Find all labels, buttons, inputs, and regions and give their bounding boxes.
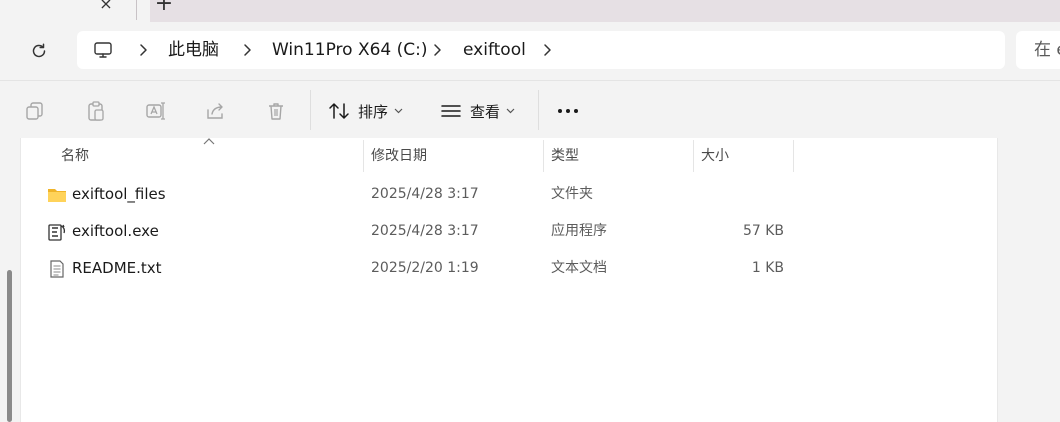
- file-date: 2025/4/28 3:17: [371, 186, 479, 202]
- delete-icon[interactable]: [265, 100, 287, 122]
- chevron-right-icon[interactable]: [241, 43, 253, 57]
- column-header-size[interactable]: 大小: [693, 140, 793, 172]
- search-placeholder: 在 e: [1034, 40, 1060, 60]
- copy-icon[interactable]: [24, 100, 46, 122]
- file-size: 57 KB: [742, 223, 784, 239]
- breadcrumb-this-pc[interactable]: 此电脑: [168, 31, 219, 69]
- breadcrumb-drive-c[interactable]: Win11Pro X64 (C:): [272, 31, 427, 69]
- chevron-down-icon: [506, 108, 515, 114]
- view-button[interactable]: 查看: [440, 96, 515, 126]
- file-type: 应用程序: [551, 223, 607, 239]
- share-icon[interactable]: [205, 100, 227, 122]
- text-file-icon: [50, 260, 64, 278]
- file-date: 2025/4/28 3:17: [371, 223, 479, 239]
- file-row[interactable]: exiftool.exe 2025/4/28 3:17 应用程序 57 KB: [20, 213, 996, 250]
- rename-icon[interactable]: [145, 100, 167, 122]
- file-type: 文件夹: [551, 186, 593, 202]
- paste-icon[interactable]: [85, 100, 107, 122]
- tab-divider: [136, 0, 137, 20]
- file-date: 2025/2/20 1:19: [371, 260, 479, 276]
- tab-strip: × +: [0, 0, 1060, 22]
- file-row[interactable]: README.txt 2025/2/20 1:19 文本文档 1 KB: [20, 250, 996, 287]
- file-size: 1 KB: [751, 260, 784, 276]
- more-dot-icon: [566, 109, 570, 113]
- address-bar[interactable]: 此电脑 Win11Pro X64 (C:) exiftool: [77, 31, 1005, 69]
- column-header-name[interactable]: 名称: [53, 140, 363, 172]
- more-dot-icon: [558, 109, 562, 113]
- file-type: 文本文档: [551, 260, 607, 276]
- column-header-date[interactable]: 修改日期: [363, 140, 543, 172]
- view-list-icon: [441, 105, 461, 117]
- more-dot-icon: [574, 109, 578, 113]
- sort-label: 排序: [358, 102, 389, 121]
- file-name: exiftool.exe: [72, 222, 159, 240]
- file-name: README.txt: [72, 259, 162, 277]
- sort-icon: [329, 103, 349, 119]
- sort-button[interactable]: 排序: [328, 96, 403, 126]
- scrollbar-thumb[interactable]: [7, 270, 12, 422]
- chevron-right-icon[interactable]: [541, 43, 553, 57]
- this-pc-icon[interactable]: [93, 40, 113, 60]
- refresh-button[interactable]: [26, 38, 52, 64]
- search-input[interactable]: 在 e: [1016, 31, 1060, 69]
- breadcrumb-exiftool[interactable]: exiftool: [463, 31, 526, 69]
- view-label: 查看: [470, 102, 501, 121]
- exe-app-icon: [48, 224, 66, 241]
- column-header-type[interactable]: 类型: [543, 140, 693, 172]
- chevron-right-icon[interactable]: [137, 43, 149, 57]
- column-divider[interactable]: [793, 140, 794, 172]
- toolbar-divider: [0, 80, 1060, 81]
- refresh-icon: [32, 43, 46, 58]
- active-tab[interactable]: [0, 0, 150, 22]
- more-options-button[interactable]: [556, 100, 580, 122]
- chevron-right-icon[interactable]: [431, 43, 443, 57]
- new-tab-button[interactable]: +: [150, 0, 178, 16]
- tab-close-button[interactable]: ×: [96, 0, 116, 14]
- folder-icon: [48, 189, 66, 202]
- file-row[interactable]: exiftool_files 2025/4/28 3:17 文件夹: [20, 176, 996, 213]
- toolbar-separator: [310, 90, 311, 130]
- chevron-down-icon: [394, 108, 403, 114]
- toolbar-separator: [538, 90, 539, 130]
- file-name: exiftool_files: [72, 185, 166, 203]
